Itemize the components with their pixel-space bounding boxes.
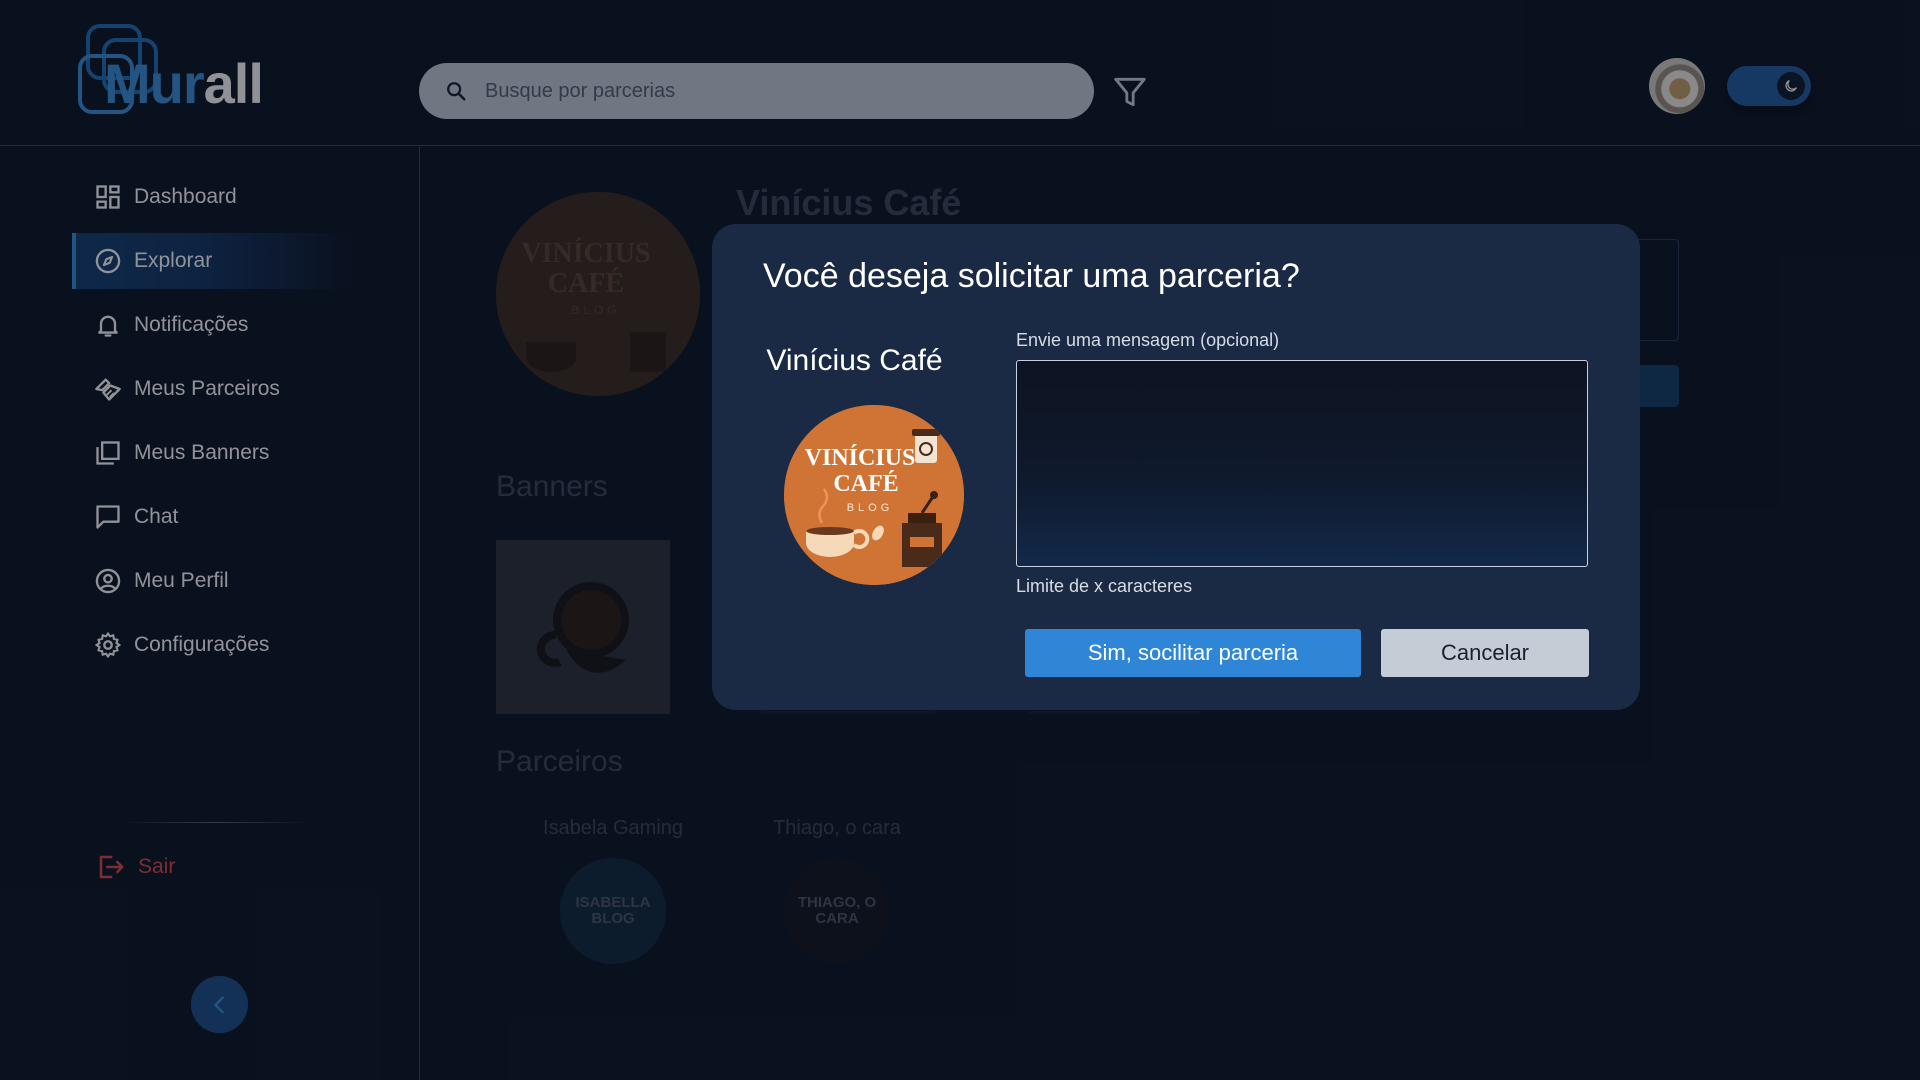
filter-button[interactable] xyxy=(1108,70,1152,114)
search-input[interactable] xyxy=(485,71,1045,111)
sidebar-item-configuracoes[interactable]: Configurações xyxy=(72,617,352,673)
search-bar[interactable] xyxy=(419,63,1094,119)
banner-thumbnail-edge xyxy=(761,711,935,714)
banners-section-title: Banners xyxy=(496,470,608,503)
compass-icon xyxy=(95,248,121,274)
coffee-logo-icon: VINÍCIUS CAFÉ BLOG xyxy=(496,192,700,396)
logout-button[interactable]: Sair xyxy=(96,847,175,887)
sidebar-item-chat[interactable]: Chat xyxy=(72,489,352,545)
logo-line1: VINÍCIUS xyxy=(805,445,916,471)
sidebar-item-meu-perfil[interactable]: Meu Perfil xyxy=(72,553,352,609)
message-label: Envie uma mensagem (opcional) xyxy=(1016,330,1280,350)
message-limit-hint: Limite de x caracteres xyxy=(1016,576,1193,596)
sidebar-divider xyxy=(120,822,310,823)
sidebar-item-label: Explorar xyxy=(134,249,213,272)
sidebar-item-label: Meus Banners xyxy=(134,441,270,464)
profile-logo[interactable]: VINÍCIUS CAFÉ BLOG xyxy=(496,192,700,396)
top-header: Murall xyxy=(0,0,1920,146)
chevron-left-icon xyxy=(213,995,224,1014)
banners-icon xyxy=(96,441,120,465)
partner-logo: ISABELLA BLOG xyxy=(560,858,666,964)
theme-knob xyxy=(1777,72,1805,100)
sidebar-item-label: Dashboard xyxy=(134,185,237,208)
svg-text:CAFÉ: CAFÉ xyxy=(548,268,624,299)
partner-name: Thiago, o cara xyxy=(773,817,901,839)
coffee-cup-image xyxy=(496,540,670,714)
logo-wordmark: Murall xyxy=(104,52,264,115)
partnership-request-modal: Você deseja solicitar uma parceria? Viní… xyxy=(712,224,1640,710)
svg-text:BLOG: BLOG xyxy=(571,303,620,317)
logout-icon xyxy=(99,855,124,879)
sidebar-item-label: Meus Parceiros xyxy=(134,377,280,400)
filter-icon xyxy=(1114,77,1146,107)
sidebar: Dashboard Explorar Notificações Meus Par… xyxy=(0,147,420,1080)
svg-text:VINÍCIUS: VINÍCIUS xyxy=(521,238,650,269)
partner-logo: THIAGO, O CARA xyxy=(784,858,890,964)
gear-icon xyxy=(95,632,121,658)
collapse-sidebar-button[interactable] xyxy=(191,976,248,1033)
sidebar-item-label: Notificações xyxy=(134,313,249,336)
coffee-logo-icon: VINÍCIUS CAFÉ BLOG xyxy=(784,405,964,585)
sidebar-item-meus-banners[interactable]: Meus Banners xyxy=(72,425,352,481)
confirm-partnership-button[interactable]: Sim, socilitar parceria xyxy=(1025,629,1361,677)
modal-title: Você deseja solicitar uma parceria? xyxy=(763,257,1300,295)
search-icon xyxy=(447,82,466,101)
partner-card[interactable]: Thiago, o cara THIAGO, O CARA xyxy=(747,817,927,964)
user-circle-icon xyxy=(95,568,121,594)
sidebar-item-label: Configurações xyxy=(134,633,270,656)
modal-partner-logo: VINÍCIUS CAFÉ BLOG xyxy=(784,405,964,585)
dashboard-icon xyxy=(96,185,120,209)
banner-thumbnail-edge xyxy=(1027,711,1201,714)
bell-icon xyxy=(98,315,118,337)
moon-icon xyxy=(1785,80,1797,92)
chat-icon xyxy=(96,505,120,529)
sidebar-item-label: Meu Perfil xyxy=(134,569,229,592)
sidebar-item-meus-parceiros[interactable]: Meus Parceiros xyxy=(72,361,352,417)
banner-thumbnail[interactable] xyxy=(496,540,670,714)
logo-line2: CAFÉ xyxy=(833,471,898,497)
sidebar-item-notificacoes[interactable]: Notificações xyxy=(72,297,352,353)
sidebar-item-dashboard[interactable]: Dashboard xyxy=(72,169,352,225)
handshake-icon xyxy=(95,378,121,401)
logout-label: Sair xyxy=(138,855,176,878)
sidebar-item-label: Chat xyxy=(134,505,179,528)
modal-partner-name: Vinícius Café xyxy=(766,344,943,377)
avatar[interactable] xyxy=(1649,58,1705,114)
partners-section-title: Parceiros xyxy=(496,745,623,778)
theme-toggle[interactable] xyxy=(1727,66,1811,106)
profile-name: Vinícius Café xyxy=(736,182,962,223)
message-textarea[interactable] xyxy=(1016,360,1588,567)
logo-line3: BLOG xyxy=(847,502,894,514)
murall-logo[interactable]: Murall xyxy=(78,22,298,122)
cancel-button[interactable]: Cancelar xyxy=(1381,629,1589,677)
sidebar-item-explorar[interactable]: Explorar xyxy=(72,233,352,289)
partner-card[interactable]: Isabela Gaming ISABELLA BLOG xyxy=(523,817,703,964)
partner-name: Isabela Gaming xyxy=(542,817,684,839)
